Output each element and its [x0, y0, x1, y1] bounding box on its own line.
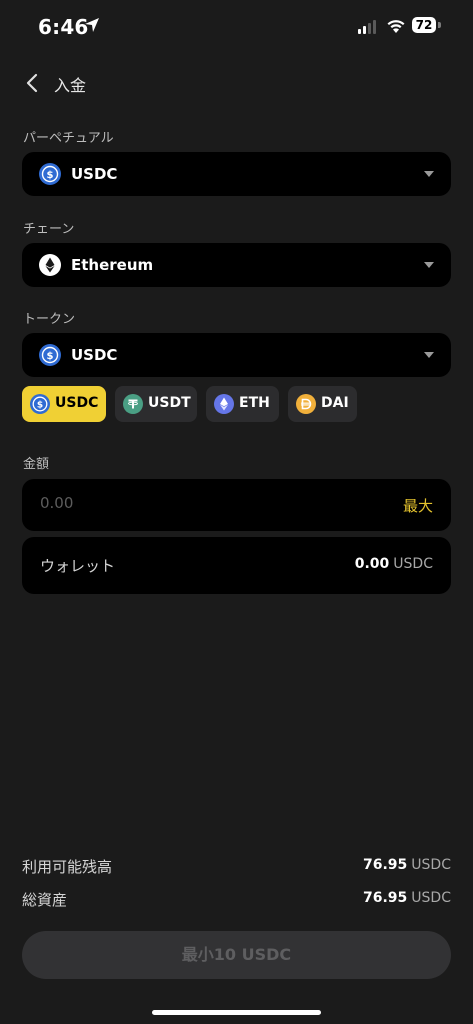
chain-value: Ethereum: [71, 256, 154, 274]
token-chip-label: DAI: [321, 395, 349, 411]
total-assets-label: 総資産: [22, 891, 68, 909]
perpetual-value: USDC: [71, 165, 118, 183]
token-label: トークン: [23, 312, 76, 327]
battery-level: 72: [412, 17, 436, 33]
wifi-icon: [387, 20, 405, 33]
battery-icon: 72: [412, 17, 442, 35]
wallet-balance-row: ウォレット 0.00 USDC: [22, 537, 451, 594]
usdc-coin-icon: $: [39, 163, 61, 185]
token-select[interactable]: $ USDC: [22, 333, 451, 377]
dai-icon: [296, 394, 316, 414]
location-arrow-icon: [85, 18, 99, 32]
home-indicator[interactable]: [152, 1010, 321, 1015]
chain-select[interactable]: Ethereum: [22, 243, 451, 287]
total-assets-unit: USDC: [411, 890, 451, 906]
chevron-down-icon: [424, 352, 434, 358]
usdc-coin-icon: $: [39, 344, 61, 366]
svg-text:$: $: [37, 401, 43, 411]
svg-text:$: $: [47, 170, 54, 181]
wallet-balance: 0.00 USDC: [355, 556, 433, 572]
tether-icon: [123, 394, 143, 414]
available-balance-label: 利用可能残高: [22, 858, 113, 876]
wallet-label: ウォレット: [40, 557, 116, 575]
deposit-submit-button[interactable]: 最小10 USDC: [22, 931, 451, 979]
token-chip-usdc[interactable]: $ USDC: [22, 386, 106, 422]
chevron-down-icon: [424, 171, 434, 177]
amount-field[interactable]: 0.00 最大: [22, 479, 451, 531]
chain-label: チェーン: [23, 222, 75, 237]
token-chip-label: ETH: [239, 395, 270, 411]
amount-input[interactable]: 0.00: [40, 494, 73, 512]
cellular-signal-icon: [358, 20, 376, 34]
svg-text:$: $: [47, 351, 54, 362]
wallet-balance-unit: USDC: [393, 556, 433, 572]
token-value: USDC: [71, 346, 118, 364]
chevron-down-icon: [424, 262, 434, 268]
token-chip-dai[interactable]: DAI: [288, 386, 357, 422]
total-assets-value: 76.95: [363, 890, 408, 906]
ethereum-icon: [39, 254, 61, 276]
deposit-screen: 6:46 72 入金 パーペチュアル $ USDC チェーン Ethereum …: [0, 0, 473, 1024]
token-chip-usdt[interactable]: USDT: [115, 386, 197, 422]
perpetual-label: パーペチュアル: [23, 131, 114, 146]
available-balance: 76.95 USDC: [363, 857, 451, 873]
available-balance-unit: USDC: [411, 857, 451, 873]
wallet-balance-value: 0.00: [354, 556, 390, 572]
perpetual-select[interactable]: $ USDC: [22, 152, 451, 196]
status-bar: 6:46 72: [0, 0, 473, 54]
page-title: 入金: [54, 76, 87, 95]
token-chip-eth[interactable]: ETH: [206, 386, 279, 422]
usdc-coin-icon: $: [30, 394, 50, 414]
total-assets: 76.95 USDC: [363, 890, 451, 906]
back-chevron-icon[interactable]: [20, 70, 46, 96]
max-button[interactable]: 最大: [403, 495, 433, 516]
token-chip-label: USDT: [148, 395, 191, 411]
amount-label: 金額: [23, 457, 50, 472]
token-chip-label: USDC: [55, 395, 99, 411]
ethereum-icon: [214, 394, 234, 414]
available-balance-value: 76.95: [363, 857, 408, 873]
total-assets-row: 総資産 76.95 USDC: [22, 889, 451, 911]
status-time: 6:46: [38, 15, 89, 39]
available-balance-row: 利用可能残高 76.95 USDC: [22, 856, 451, 878]
